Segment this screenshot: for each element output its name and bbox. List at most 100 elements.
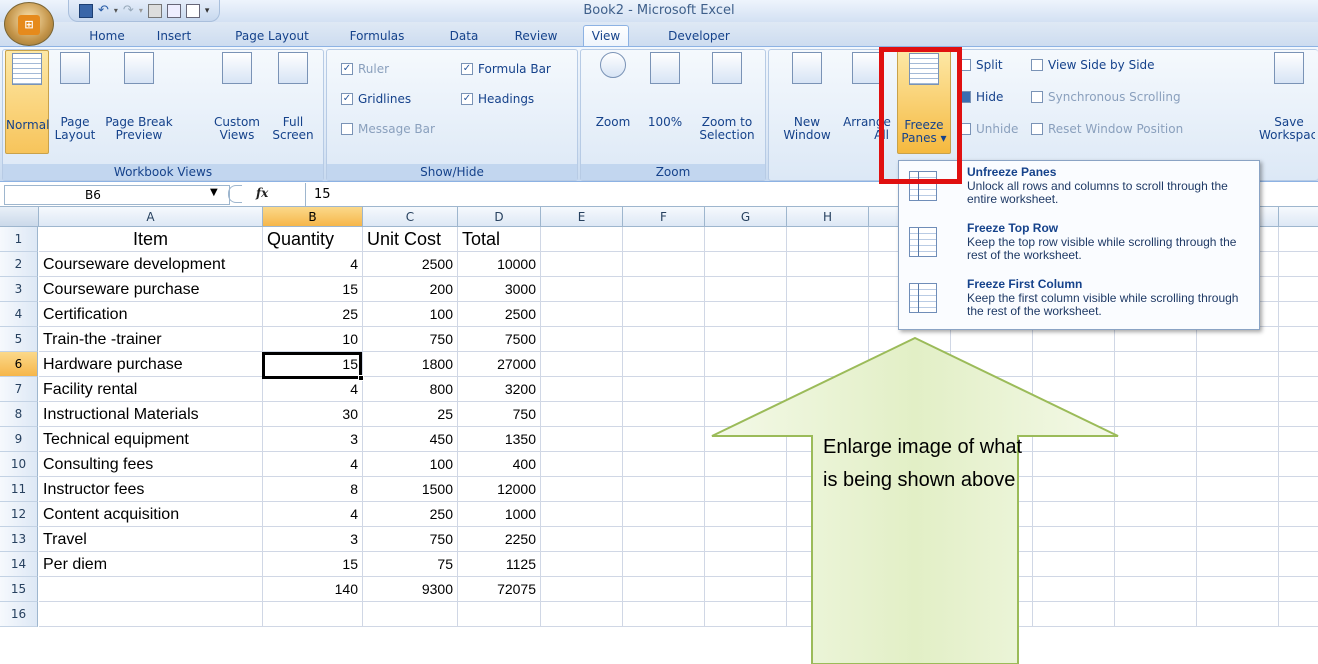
cell[interactable]: 1125 <box>458 552 541 577</box>
row-header[interactable]: 7 <box>0 377 38 402</box>
cell[interactable] <box>541 227 623 252</box>
cell[interactable] <box>1279 227 1318 252</box>
cell[interactable] <box>1279 527 1318 552</box>
cell[interactable]: 100 <box>363 302 458 327</box>
message-bar-checkbox[interactable]: Message Bar <box>341 122 435 136</box>
cell[interactable]: 2250 <box>458 527 541 552</box>
cell[interactable]: 750 <box>363 327 458 352</box>
cell[interactable] <box>705 252 787 277</box>
row-header[interactable]: 10 <box>0 452 38 477</box>
cell[interactable] <box>1279 502 1318 527</box>
tab-view[interactable]: View <box>583 25 629 47</box>
header-cell[interactable]: Unit Cost <box>363 227 458 252</box>
cell[interactable]: 25 <box>363 402 458 427</box>
cell[interactable] <box>623 352 705 377</box>
column-header-h[interactable]: H <box>787 207 869 227</box>
full-screen-button[interactable]: Full Screen <box>267 52 319 142</box>
cell[interactable]: 100 <box>363 452 458 477</box>
cell[interactable]: 10 <box>263 327 363 352</box>
cell[interactable]: 1800 <box>363 352 458 377</box>
column-header-blank[interactable] <box>1279 207 1318 227</box>
tab-insert[interactable]: Insert <box>151 26 197 46</box>
cell[interactable]: 3 <box>263 427 363 452</box>
formula-bar-checkbox[interactable]: ✓ Formula Bar <box>461 62 551 76</box>
column-header-a[interactable]: A <box>39 207 263 227</box>
cell[interactable]: Travel <box>39 527 263 552</box>
row-header[interactable]: 8 <box>0 402 38 427</box>
cell[interactable] <box>1279 477 1318 502</box>
page-break-preview-button[interactable]: Page Break Preview <box>99 52 179 142</box>
redo-icon[interactable]: ↷ <box>123 3 134 18</box>
column-header-c[interactable]: C <box>363 207 458 227</box>
cell[interactable]: 75 <box>363 552 458 577</box>
cell[interactable]: 12000 <box>458 477 541 502</box>
cell[interactable] <box>623 427 705 452</box>
column-header-b[interactable]: B <box>263 207 363 227</box>
header-cell[interactable]: Item <box>39 227 263 252</box>
cell[interactable] <box>787 252 869 277</box>
row-header[interactable]: 13 <box>0 527 38 552</box>
cell[interactable]: 3000 <box>458 277 541 302</box>
cell[interactable] <box>541 477 623 502</box>
cell[interactable] <box>1197 352 1279 377</box>
cell[interactable] <box>623 377 705 402</box>
cell[interactable] <box>1279 252 1318 277</box>
zoom-100-button[interactable]: 100% <box>643 52 687 129</box>
formula-cancel-icon[interactable] <box>228 185 242 203</box>
cell[interactable] <box>541 427 623 452</box>
tab-home[interactable]: Home <box>84 26 130 46</box>
tab-data[interactable]: Data <box>444 26 484 46</box>
tab-review[interactable]: Review <box>508 26 564 46</box>
cell[interactable] <box>1279 427 1318 452</box>
cell[interactable]: Facility rental <box>39 377 263 402</box>
cell[interactable]: 3200 <box>458 377 541 402</box>
cell[interactable]: 750 <box>458 402 541 427</box>
zoom-button[interactable]: Zoom <box>585 52 641 129</box>
tab-developer[interactable]: Developer <box>656 26 742 46</box>
row-header[interactable]: 5 <box>0 327 38 352</box>
cell[interactable] <box>263 602 363 627</box>
cell[interactable]: 27000 <box>458 352 541 377</box>
save-workspace-button[interactable]: Save Workspace <box>1259 52 1318 142</box>
new-document-icon[interactable] <box>185 3 200 18</box>
cell[interactable] <box>541 402 623 427</box>
cell[interactable] <box>623 277 705 302</box>
cell[interactable]: 2500 <box>363 252 458 277</box>
cell[interactable] <box>1197 527 1279 552</box>
cell[interactable] <box>541 527 623 552</box>
column-header-g[interactable]: G <box>705 207 787 227</box>
cell[interactable] <box>541 352 623 377</box>
cell[interactable] <box>623 402 705 427</box>
row-header[interactable]: 2 <box>0 252 38 277</box>
cell[interactable] <box>623 577 705 602</box>
split-button[interactable]: Split <box>959 58 1003 72</box>
cell[interactable]: 450 <box>363 427 458 452</box>
cell[interactable]: Train-the -trainer <box>39 327 263 352</box>
cell[interactable]: 750 <box>363 527 458 552</box>
cell[interactable] <box>1279 552 1318 577</box>
cell[interactable] <box>623 527 705 552</box>
cell[interactable] <box>623 227 705 252</box>
cell[interactable] <box>1197 502 1279 527</box>
column-header-f[interactable]: F <box>623 207 705 227</box>
menu-item-freeze-first-column[interactable]: Freeze First Column Keep the first colum… <box>899 275 1259 331</box>
cell[interactable]: 4 <box>263 452 363 477</box>
cell[interactable] <box>363 602 458 627</box>
row-header[interactable]: 11 <box>0 477 38 502</box>
cell[interactable] <box>541 327 623 352</box>
reset-window-position-button[interactable]: Reset Window Position <box>1031 122 1183 136</box>
cell[interactable] <box>1197 452 1279 477</box>
tab-formulas[interactable]: Formulas <box>345 26 409 46</box>
insert-function-icon[interactable]: fx <box>256 186 268 200</box>
cell[interactable] <box>541 552 623 577</box>
cell[interactable]: Courseware development <box>39 252 263 277</box>
cell[interactable] <box>1197 552 1279 577</box>
cell[interactable] <box>623 252 705 277</box>
cell[interactable]: 15 <box>263 277 363 302</box>
cell[interactable]: 15 <box>263 552 363 577</box>
cell[interactable]: Courseware purchase <box>39 277 263 302</box>
cell[interactable] <box>1279 577 1318 602</box>
cell[interactable]: Instructional Materials <box>39 402 263 427</box>
cell[interactable]: 1000 <box>458 502 541 527</box>
undo-dropdown-icon[interactable]: ▾ <box>114 6 118 15</box>
